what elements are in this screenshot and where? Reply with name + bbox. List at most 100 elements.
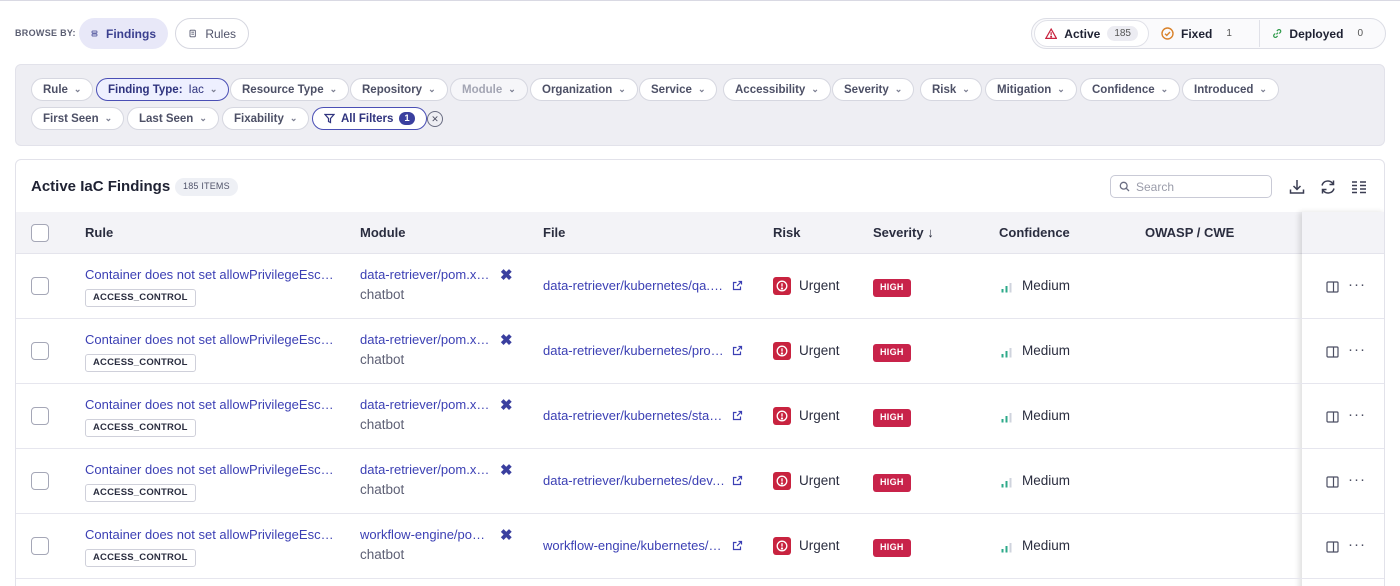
filter-introduced[interactable]: Introduced ⌄ [1182,78,1279,101]
more-options-icon[interactable]: ··· [1348,341,1366,358]
status-fixed-button[interactable]: Fixed 1 [1149,19,1259,48]
chevron-down-icon: ⌄ [1259,84,1267,94]
confidence-bars-icon [1001,413,1012,423]
chevron-down-icon: ⌄ [289,113,298,123]
external-link-icon[interactable] [732,280,743,291]
row-checkbox[interactable] [31,537,49,555]
row-checkbox[interactable] [31,472,49,490]
risk-value: Urgent [799,278,840,293]
service-icon[interactable]: ✖ [500,463,514,478]
filter-panel [15,64,1385,146]
filter-confidence[interactable]: Confidence ⌄ [1080,78,1181,101]
file-link[interactable]: workflow-engine/kubernetes/qa.yaml [543,538,727,553]
module-link[interactable]: data-retriever/pom.xml [360,397,490,412]
table-row[interactable]: Container does not set allowPrivilegeEsc… [16,319,1302,384]
severity-badge: HIGH [873,344,911,362]
filter-rule[interactable]: Rule ⌄ [31,78,94,101]
rule-link[interactable]: Container does not set allowPrivilegeEsc… [85,267,335,282]
service-icon[interactable]: ✖ [500,333,514,348]
module-link[interactable]: data-retriever/pom.xml [360,332,490,347]
external-link-icon[interactable] [732,475,743,486]
column-header-owasp-cwe[interactable]: OWASP / CWE [1145,225,1234,240]
status-deployed-label: Deployed [1289,26,1344,41]
status-fixed-count: 1 [1226,28,1232,39]
confidence-value: Medium [1022,278,1071,293]
file-link[interactable]: data-retriever/kubernetes/prod.yaml [543,343,727,358]
confidence-value: Medium [1022,473,1071,488]
filter-risk[interactable]: Risk ⌄ [920,78,982,101]
rule-category-tag: ACCESS_CONTROL [85,484,196,502]
more-options-icon[interactable]: ··· [1348,406,1366,423]
filter-finding-type[interactable]: Finding Type: Iac ⌄ [96,78,230,101]
all-filters-button[interactable]: All Filters 1 [312,107,427,130]
service-icon[interactable]: ✖ [500,398,514,413]
module-link[interactable]: data-retriever/pom.xml [360,267,490,282]
rule-link[interactable]: Container does not set allowPrivilegeEsc… [85,397,335,412]
row-checkbox[interactable] [31,342,49,360]
browse-rules-button[interactable]: Rules [175,18,249,49]
service-name: chatbot [360,417,405,432]
columns-settings-icon[interactable] [1348,176,1370,198]
filter-resource-type[interactable]: Resource Type ⌄ [230,78,350,101]
warning-icon [1045,27,1058,39]
open-panel-icon[interactable] [1326,346,1339,358]
table-row[interactable]: Container does not set allowPrivilegeEsc… [16,449,1302,514]
service-icon[interactable]: ✖ [500,268,514,283]
filter-accessibility[interactable]: Accessibility ⌄ [723,78,831,101]
service-icon[interactable]: ✖ [500,528,514,543]
external-link-icon[interactable] [732,345,743,356]
table-row[interactable]: Container does not set allowPrivilegeEsc… [16,384,1302,449]
browse-findings-button[interactable]: Findings [79,18,168,49]
file-link[interactable]: data-retriever/kubernetes/qa.yaml [543,278,727,293]
refresh-icon[interactable] [1317,176,1339,198]
rule-link[interactable]: Container does not set allowPrivilegeEsc… [85,332,335,347]
more-options-icon[interactable]: ··· [1348,276,1366,293]
filter-accessibility-label: Accessibility [735,83,806,96]
row-checkbox[interactable] [31,407,49,425]
more-options-icon[interactable]: ··· [1348,471,1366,488]
file-link[interactable]: data-retriever/kubernetes/dev.yaml [543,473,727,488]
column-header-module[interactable]: Module [360,225,406,240]
column-header-rule[interactable]: Rule [85,225,113,240]
filter-first-seen[interactable]: First Seen ⌄ [31,107,125,130]
more-options-icon[interactable]: ··· [1348,536,1366,553]
filter-organization[interactable]: Organization ⌄ [530,78,638,101]
filter-mitigation[interactable]: Mitigation ⌄ [985,78,1077,101]
search-input[interactable] [1136,179,1256,194]
table-row[interactable]: Container does not set allowPrivilegeEsc… [16,254,1302,319]
module-link[interactable]: data-retriever/pom.xml [360,462,490,477]
filter-severity[interactable]: Severity ⌄ [832,78,915,101]
open-panel-icon[interactable] [1326,476,1339,488]
confidence-bars-icon [1001,348,1012,358]
filter-last-seen[interactable]: Last Seen ⌄ [127,107,219,130]
rule-category-tag: ACCESS_CONTROL [85,354,196,372]
rule-category-tag: ACCESS_CONTROL [85,549,196,567]
clear-filters-icon[interactable]: ✕ [427,111,443,127]
rule-link[interactable]: Container does not set allowPrivilegeEsc… [85,527,335,542]
row-checkbox[interactable] [31,277,49,295]
open-panel-icon[interactable] [1326,411,1339,423]
rule-link[interactable]: Container does not set allowPrivilegeEsc… [85,462,335,477]
filter-fixability[interactable]: Fixability ⌄ [222,107,310,130]
external-link-icon[interactable] [732,410,743,421]
risk-value: Urgent [799,343,840,358]
filter-mitigation-label: Mitigation [997,83,1052,96]
download-icon[interactable] [1286,176,1308,198]
status-active-button[interactable]: Active 185 [1034,20,1149,47]
column-header-severity[interactable]: Severity ↓ [873,225,934,240]
module-link[interactable]: workflow-engine/pom.xml [360,527,490,542]
select-all-checkbox[interactable] [31,224,49,242]
open-panel-icon[interactable] [1326,541,1339,553]
search-field[interactable] [1110,175,1272,198]
external-link-icon[interactable] [732,540,743,551]
table-row[interactable]: Container does not set allowPrivilegeEsc… [16,514,1302,579]
column-header-risk[interactable]: Risk [773,225,800,240]
status-deployed-button[interactable]: Deployed 0 [1260,19,1382,48]
column-header-file[interactable]: File [543,225,565,240]
column-header-confidence[interactable]: Confidence [999,225,1070,240]
filter-repository[interactable]: Repository ⌄ [350,78,448,101]
filter-service[interactable]: Service ⌄ [639,78,718,101]
chevron-down-icon: ⌄ [1160,84,1169,94]
file-link[interactable]: data-retriever/kubernetes/staging.yaml [543,408,727,423]
open-panel-icon[interactable] [1326,281,1339,293]
